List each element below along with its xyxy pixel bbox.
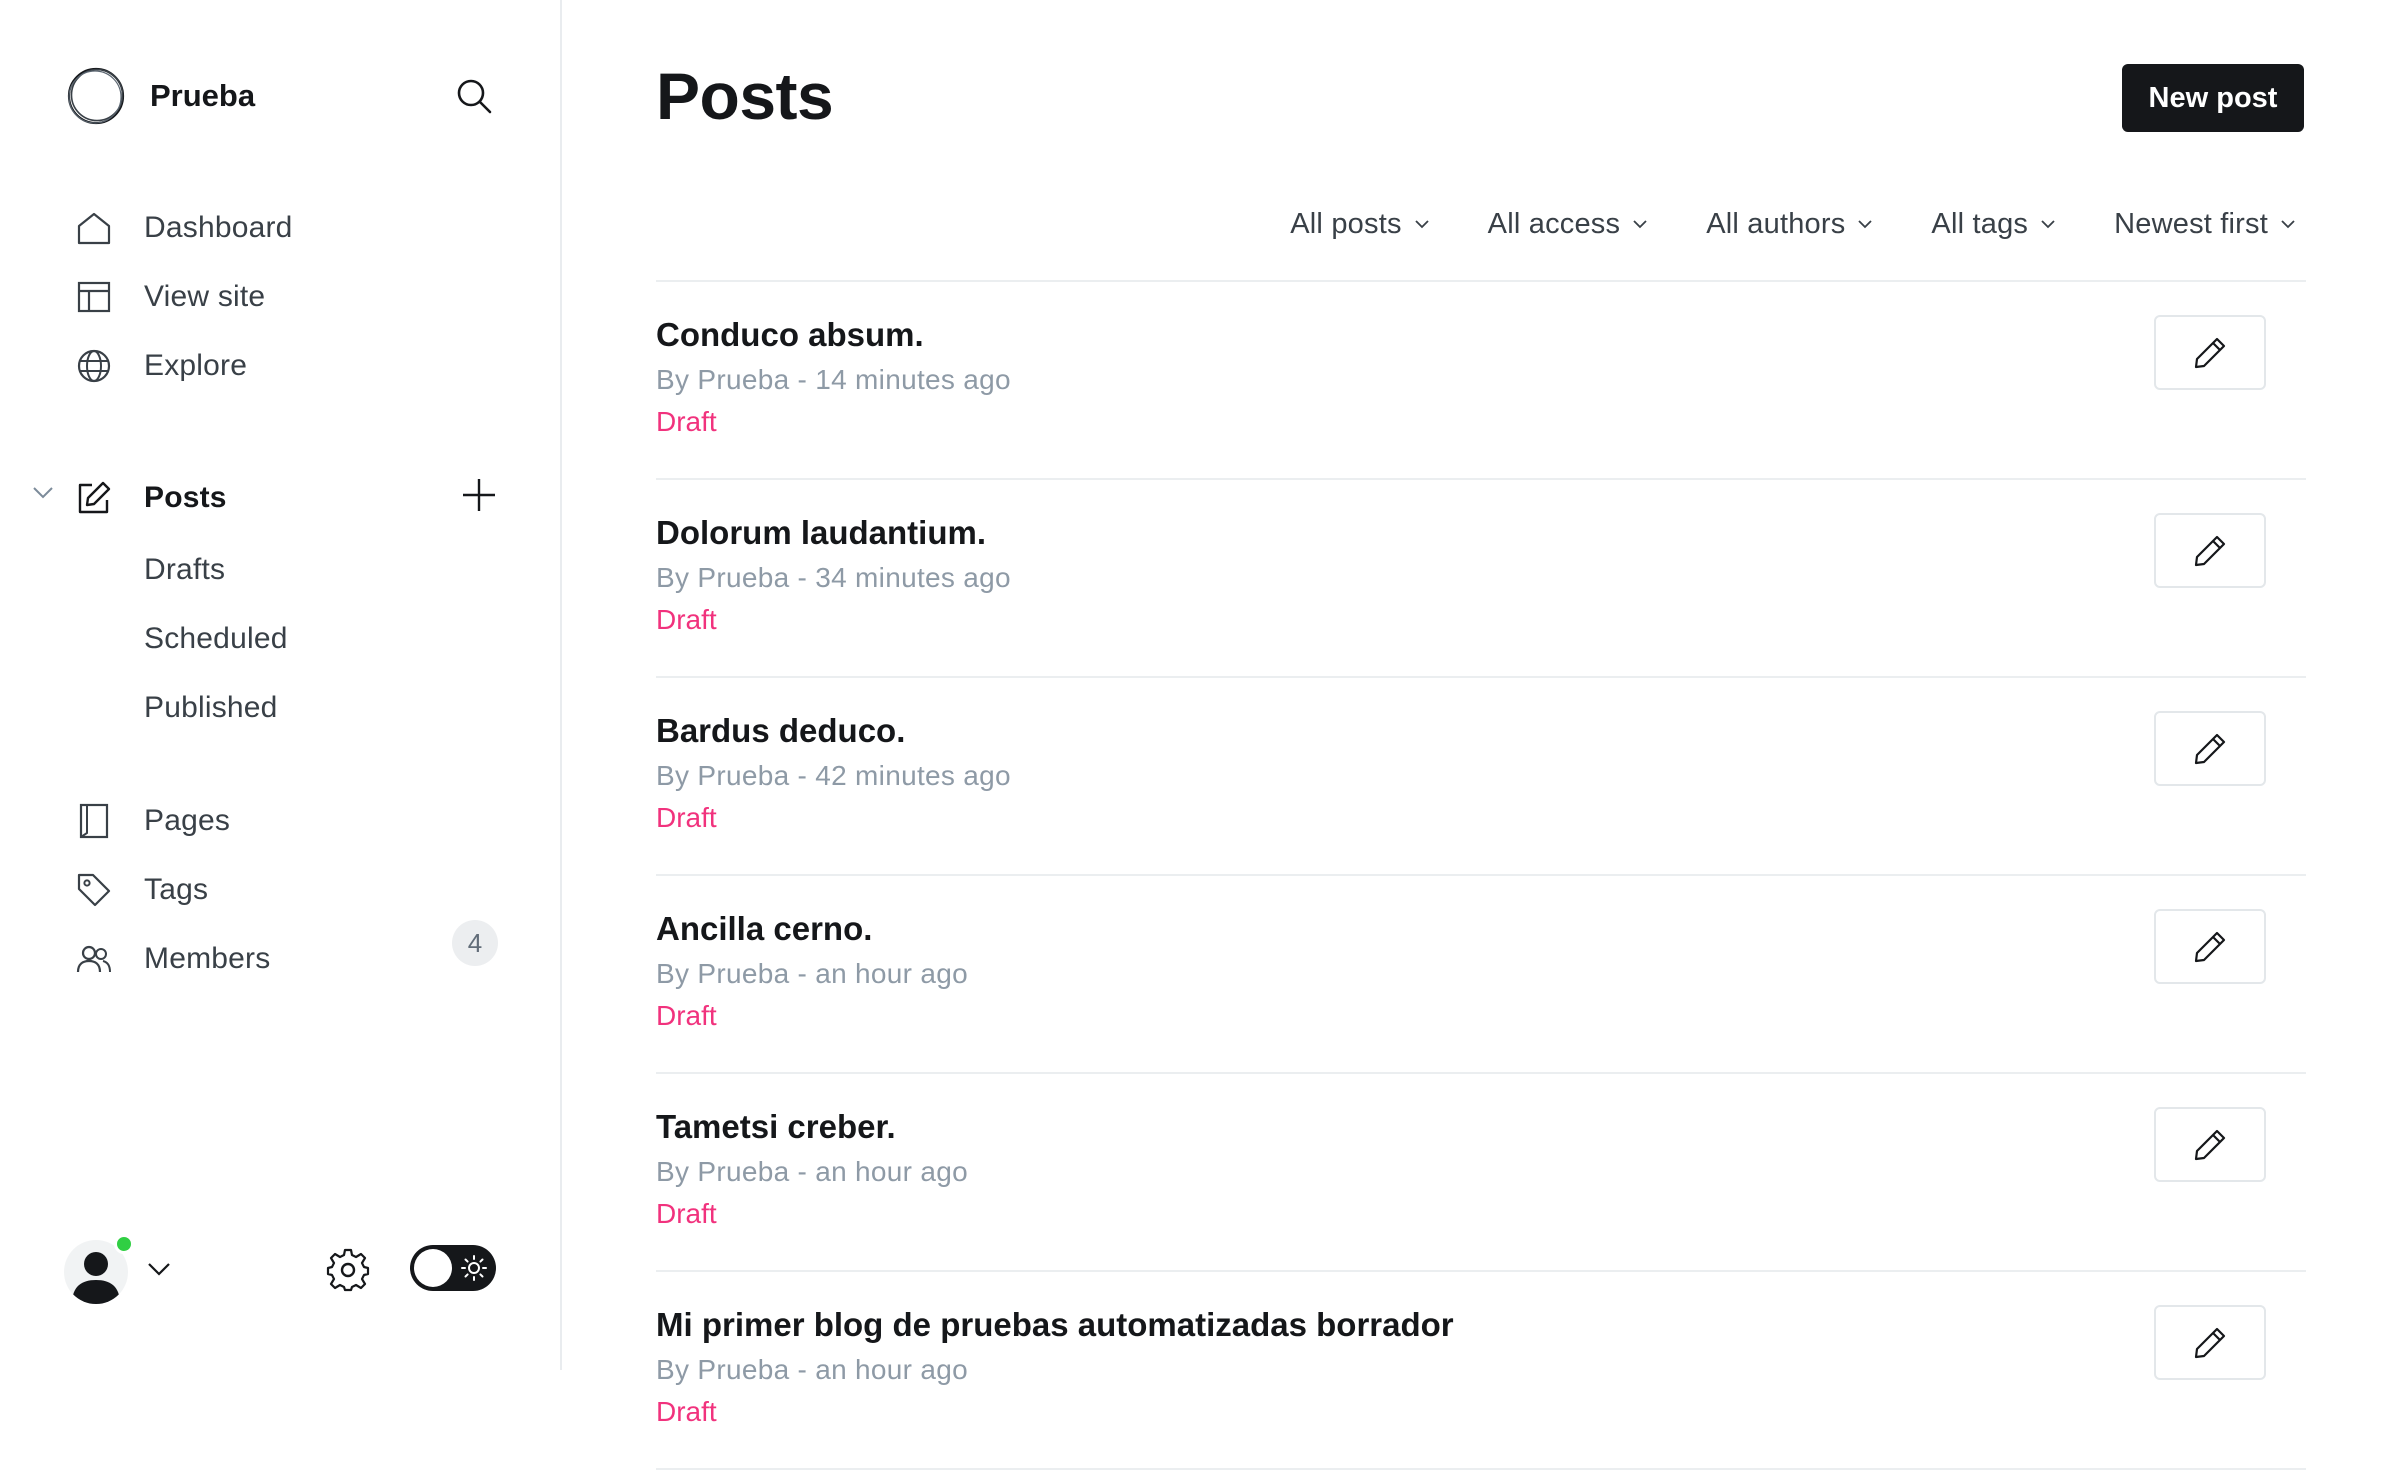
- sidebar: Prueba Dashboard View site Explore Posts…: [0, 0, 562, 1370]
- online-status-dot: [114, 1234, 134, 1254]
- post-title: Mi primer blog de pruebas automatizadas …: [656, 1306, 1454, 1343]
- post-status-draft: Draft: [656, 406, 717, 437]
- post-list-item[interactable]: Conduco absum. By Prueba - 14 minutes ag…: [656, 282, 2306, 480]
- post-filters: All posts All access All authors All tag…: [1232, 200, 2296, 248]
- nav-label-view-site: View site: [144, 280, 266, 313]
- edit-post-button[interactable]: [2154, 1305, 2266, 1380]
- nav-item-view-site[interactable]: View site: [74, 267, 514, 327]
- site-logo-icon: [64, 64, 128, 128]
- site-name: Prueba: [150, 78, 256, 113]
- nav-label-pages: Pages: [144, 804, 231, 837]
- nav-label-tags: Tags: [144, 873, 209, 906]
- post-meta: By Prueba - 34 minutes ago: [656, 562, 1011, 593]
- chevron-down-icon: [148, 1263, 170, 1276]
- edit-post-button[interactable]: [2154, 513, 2266, 588]
- filter-authors-label: All authors: [1706, 207, 1846, 240]
- post-meta: By Prueba - an hour ago: [656, 1354, 968, 1385]
- post-title: Dolorum laudantium.: [656, 514, 986, 551]
- nav-item-tags[interactable]: Tags: [74, 860, 514, 920]
- sun-icon: [461, 1255, 487, 1281]
- tag-icon: [74, 870, 114, 910]
- pencil-icon: [2194, 1129, 2226, 1160]
- post-title: Tametsi creber.: [656, 1108, 896, 1145]
- edit-post-button[interactable]: [2154, 315, 2266, 390]
- edit-post-button[interactable]: [2154, 711, 2266, 786]
- settings-button[interactable]: [324, 1246, 372, 1294]
- post-title: Conduco absum.: [656, 316, 924, 353]
- theme-toggle[interactable]: [410, 1245, 496, 1291]
- nav-item-dashboard[interactable]: Dashboard: [74, 198, 514, 258]
- edit-post-button[interactable]: [2154, 909, 2266, 984]
- post-list-item[interactable]: Dolorum laudantium. By Prueba - 34 minut…: [656, 480, 2306, 678]
- nav-item-explore[interactable]: Explore: [74, 336, 514, 396]
- new-post-add-button[interactable]: [458, 474, 500, 516]
- sidebar-subitem-scheduled[interactable]: Scheduled: [144, 613, 288, 665]
- nav-item-members[interactable]: Members: [74, 929, 514, 989]
- pencil-icon: [2194, 733, 2226, 764]
- post-list-item[interactable]: Mi primer blog de pruebas automatizadas …: [656, 1272, 2306, 1470]
- post-list-item[interactable]: Ancilla cerno. By Prueba - an hour ago D…: [656, 876, 2306, 1074]
- filter-access-dropdown[interactable]: All access: [1488, 208, 1649, 241]
- post-meta: By Prueba - an hour ago: [656, 958, 968, 989]
- filter-access-label: All access: [1487, 207, 1621, 240]
- post-status-draft: Draft: [656, 802, 717, 833]
- gear-icon: [326, 1248, 370, 1292]
- sidebar-subitem-published[interactable]: Published: [144, 682, 278, 734]
- nav-item-posts[interactable]: Posts: [74, 468, 514, 528]
- posts-collapse-toggle[interactable]: [28, 478, 58, 508]
- sidebar-subitem-drafts[interactable]: Drafts: [144, 544, 225, 596]
- pencil-icon: [2194, 931, 2226, 962]
- layout-icon: [74, 277, 114, 317]
- chevron-down-icon: [1857, 216, 1873, 232]
- search-icon: [457, 79, 492, 114]
- members-count-badge: 4: [452, 920, 498, 966]
- pencil-icon: [2194, 1327, 2226, 1358]
- page-title: Posts: [656, 59, 834, 133]
- filter-type-dropdown[interactable]: All posts: [1290, 208, 1429, 241]
- post-meta: By Prueba - 42 minutes ago: [656, 760, 1011, 791]
- site-brand[interactable]: Prueba: [64, 64, 255, 128]
- pencil-icon: [2194, 535, 2226, 566]
- post-list: Conduco absum. By Prueba - 14 minutes ag…: [656, 280, 2306, 1470]
- post-title: Bardus deduco.: [656, 712, 906, 749]
- nav-label-members: Members: [144, 942, 271, 975]
- post-status-draft: Draft: [656, 1198, 717, 1229]
- post-status-draft: Draft: [656, 1396, 717, 1427]
- edit-post-button[interactable]: [2154, 1107, 2266, 1182]
- filter-type-label: All posts: [1290, 207, 1402, 240]
- filter-sort-label: Newest first: [2114, 207, 2268, 240]
- chevron-down-icon: [1414, 216, 1430, 232]
- account-menu-toggle[interactable]: [144, 1254, 174, 1284]
- home-icon: [74, 208, 114, 248]
- post-list-item[interactable]: Bardus deduco. By Prueba - 42 minutes ag…: [656, 678, 2306, 876]
- members-icon: [74, 939, 114, 979]
- post-title: Ancilla cerno.: [656, 910, 873, 947]
- filter-authors-dropdown[interactable]: All authors: [1706, 208, 1873, 241]
- nav-label-posts: Posts: [144, 481, 227, 514]
- post-meta: By Prueba - 14 minutes ago: [656, 364, 1011, 395]
- nav-label-dashboard: Dashboard: [144, 211, 293, 244]
- filter-tags-dropdown[interactable]: All tags: [1931, 208, 2056, 241]
- pencil-icon: [2194, 337, 2226, 368]
- filter-tags-label: All tags: [1931, 207, 2029, 240]
- edit-square-icon: [74, 478, 114, 518]
- new-post-button[interactable]: New post: [2122, 64, 2304, 132]
- nav-item-pages[interactable]: Pages: [74, 791, 514, 851]
- globe-icon: [74, 346, 114, 386]
- chevron-down-icon: [1632, 216, 1648, 232]
- theme-toggle-knob: [414, 1249, 452, 1287]
- post-meta: By Prueba - an hour ago: [656, 1156, 968, 1187]
- chevron-down-icon: [2040, 216, 2056, 232]
- plus-icon: [463, 479, 495, 511]
- filter-sort-dropdown[interactable]: Newest first: [2114, 208, 2296, 241]
- search-button[interactable]: [450, 72, 498, 120]
- post-status-draft: Draft: [656, 1000, 717, 1031]
- post-list-item[interactable]: Tametsi creber. By Prueba - an hour ago …: [656, 1074, 2306, 1272]
- post-status-draft: Draft: [656, 604, 717, 635]
- chevron-down-icon: [33, 487, 53, 499]
- chevron-down-icon: [2280, 216, 2296, 232]
- nav-label-explore: Explore: [144, 349, 248, 382]
- page-icon: [74, 801, 114, 841]
- main-content: Posts New post All posts All access All …: [564, 0, 2400, 1470]
